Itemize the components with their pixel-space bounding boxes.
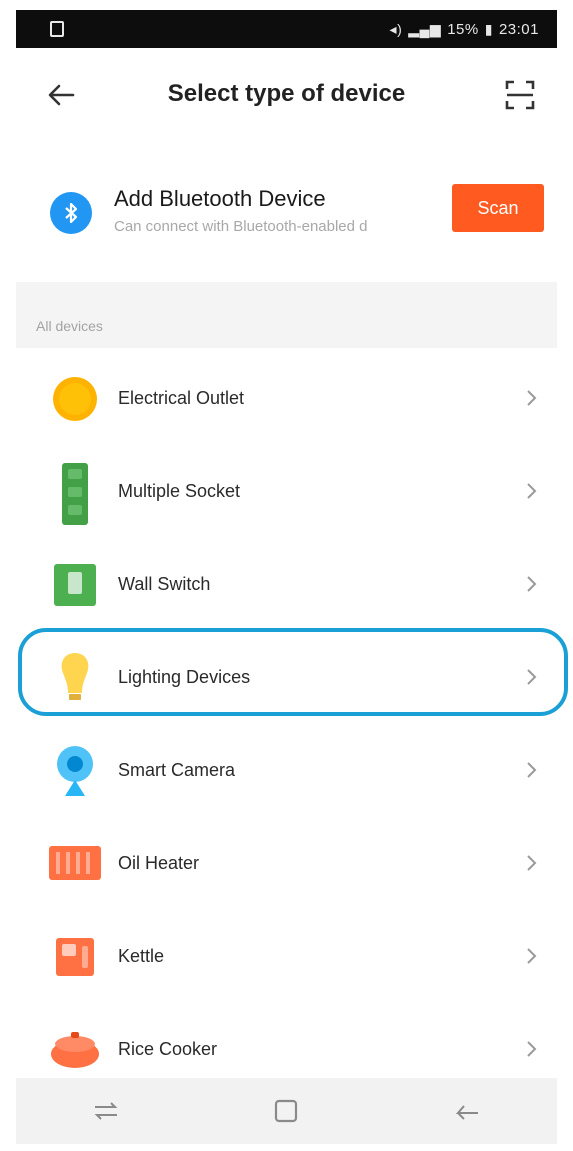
status-indicators: ◂) ▂▄▆ 15% ▮ 23:01	[390, 21, 539, 38]
device-label: Smart Camera	[118, 760, 236, 780]
section-label: All devices	[36, 318, 103, 334]
bluetooth-subtitle: Can connect with Bluetooth-enabled d	[114, 218, 368, 235]
kettle-icon	[48, 932, 102, 982]
device-item-multiple-socket[interactable]: Multiple Socket	[16, 445, 557, 538]
chevron-right-icon	[527, 762, 537, 778]
chevron-right-icon	[527, 390, 537, 406]
status-time: 23:01	[498, 20, 539, 38]
scan-code-button[interactable]	[501, 76, 539, 114]
device-label: Oil Heater	[118, 853, 200, 873]
header: Select type of device	[16, 60, 557, 130]
device-item-electrical-outlet[interactable]: Electrical Outlet	[16, 352, 557, 445]
device-label: Rice Cooker	[118, 1039, 218, 1059]
home-square-icon	[275, 1099, 298, 1123]
bulb-icon	[48, 653, 102, 703]
status-bar: ◂) ▂▄▆ 15% ▮ 23:01	[16, 10, 557, 48]
recent-apps-button[interactable]	[86, 1091, 126, 1131]
device-item-lighting-devices[interactable]: Lighting Devices	[16, 631, 557, 724]
signal-icon: ▂▄▆	[408, 20, 442, 37]
device-item-oil-heater[interactable]: Oil Heater	[16, 817, 557, 910]
camera-icon	[48, 746, 102, 796]
home-button[interactable]	[266, 1091, 306, 1131]
device-item-smart-camera[interactable]: Smart Camera	[16, 724, 557, 817]
volume-icon: ◂)	[389, 20, 403, 37]
multiple-socket-icon	[48, 463, 102, 525]
scan-frame-icon	[505, 80, 535, 110]
section-header: All devices	[16, 282, 557, 348]
bluetooth-icon	[50, 192, 92, 234]
device-list: Electrical Outlet Multiple Socket Wall S…	[16, 352, 557, 1096]
outlet-icon	[48, 374, 102, 424]
notification-icon	[50, 21, 64, 37]
device-item-kettle[interactable]: Kettle	[16, 910, 557, 1003]
bluetooth-title: Add Bluetooth Device	[114, 186, 326, 211]
recent-apps-icon	[94, 1102, 118, 1120]
battery-text: 15%	[447, 20, 479, 38]
chevron-right-icon	[527, 576, 537, 592]
device-label: Electrical Outlet	[118, 388, 245, 408]
scan-button[interactable]: Scan	[452, 184, 544, 232]
device-label: Kettle	[118, 946, 165, 966]
device-label: Lighting Devices	[118, 667, 251, 687]
page-title: Select type of device	[167, 80, 406, 107]
device-label: Multiple Socket	[118, 481, 241, 501]
wall-switch-icon	[48, 560, 102, 610]
chevron-right-icon	[527, 855, 537, 871]
heater-icon	[48, 839, 102, 889]
add-bluetooth-row: Add Bluetooth Device Can connect with Bl…	[16, 170, 557, 254]
device-item-wall-switch[interactable]: Wall Switch	[16, 538, 557, 631]
rice-cooker-icon	[48, 1025, 102, 1075]
device-label: Wall Switch	[118, 574, 211, 594]
system-nav-bar	[16, 1078, 557, 1144]
chevron-right-icon	[527, 669, 537, 685]
chevron-right-icon	[527, 483, 537, 499]
system-back-button[interactable]	[447, 1091, 487, 1131]
chevron-right-icon	[527, 948, 537, 964]
chevron-right-icon	[527, 1041, 537, 1057]
back-icon	[455, 1105, 478, 1120]
battery-icon: ▮	[484, 20, 493, 37]
